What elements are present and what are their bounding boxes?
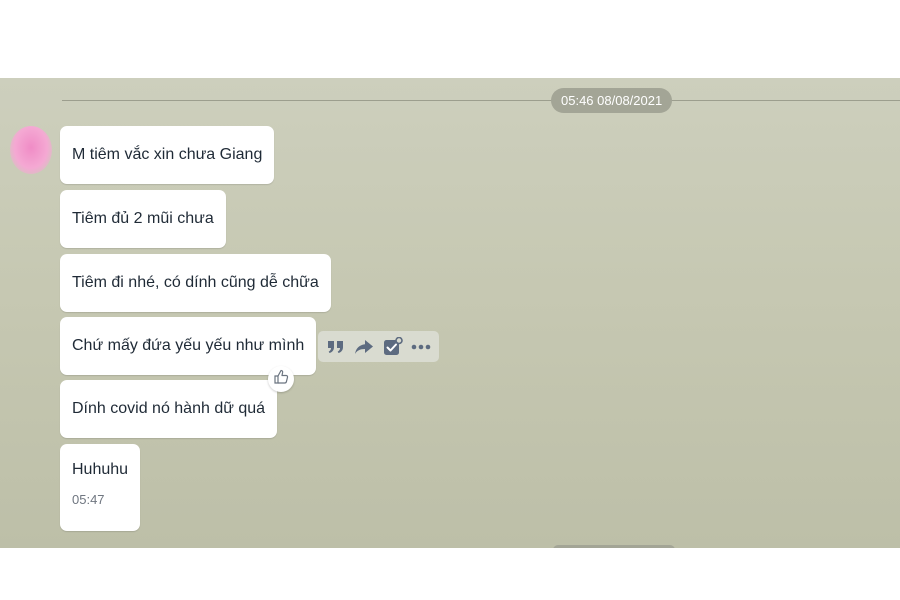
more-icon[interactable] xyxy=(410,336,432,358)
mark-task-icon[interactable] xyxy=(382,336,404,358)
message-text: M tiêm vắc xin chưa Giang xyxy=(72,146,263,163)
message-text: Tiêm đủ 2 mũi chưa xyxy=(72,210,214,227)
message-timestamp: 05:47 xyxy=(72,492,105,507)
avatar[interactable] xyxy=(10,126,52,174)
message-bubble[interactable]: Dính covid nó hành dữ quá xyxy=(60,380,278,438)
thumbs-up-icon xyxy=(273,369,289,390)
share-icon[interactable] xyxy=(353,336,375,358)
date-separator-pill: 05:46 08/08/2021 xyxy=(551,88,673,113)
quote-icon[interactable] xyxy=(325,336,347,358)
date-divider-line xyxy=(62,100,900,101)
message-bubble[interactable]: Tiêm đủ 2 mũi chưa xyxy=(60,190,226,248)
chat-area[interactable]: 05:46 08/08/2021 M tiêm vắc xin chưa Gia… xyxy=(0,78,900,548)
message-bubble[interactable]: Tiêm đi nhé, có dính cũng dễ chữa xyxy=(60,254,331,312)
like-reaction-button[interactable] xyxy=(268,366,294,392)
message-text: Huhuhu xyxy=(72,461,129,478)
message-text: Chứ mấy đứa yếu yếu như mình xyxy=(72,337,305,354)
next-date-separator xyxy=(553,545,675,548)
message-text: Tiêm đi nhé, có dính cũng dễ chữa xyxy=(72,274,319,291)
message-bubble[interactable]: M tiêm vắc xin chưa Giang xyxy=(60,126,275,184)
message-bubble[interactable]: Huhuhu 05:47 xyxy=(60,444,141,531)
message-actions-bar xyxy=(318,331,439,362)
message-text: Dính covid nó hành dữ quá xyxy=(72,400,266,417)
